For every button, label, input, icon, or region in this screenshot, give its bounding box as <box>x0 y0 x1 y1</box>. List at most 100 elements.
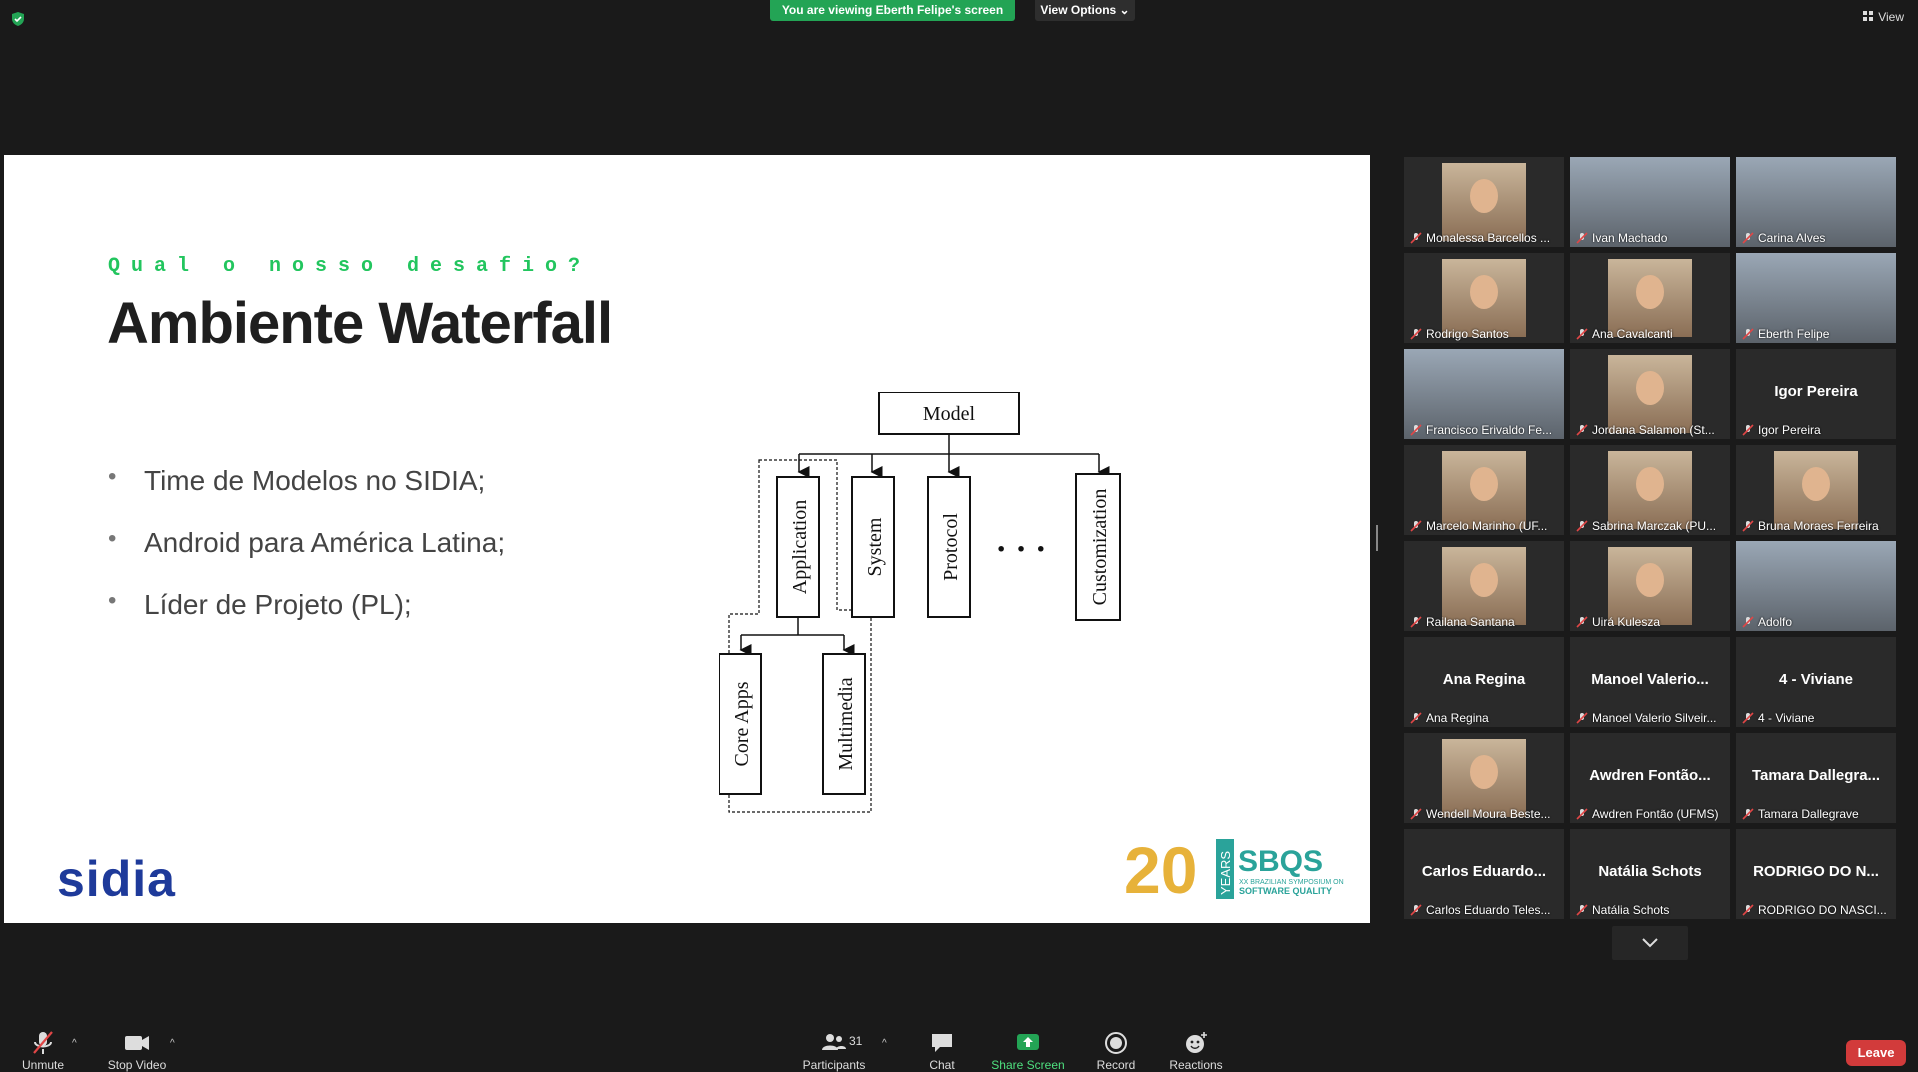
participant-name-label: Uirá Kulesza <box>1570 615 1730 629</box>
participant-tile[interactable]: Sabrina Marczak (PU... <box>1570 445 1730 535</box>
diagram-label-multimedia: Multimedia <box>835 677 857 770</box>
participant-tile[interactable]: Ivan Machado <box>1570 157 1730 247</box>
muted-microphone-icon <box>1576 328 1588 340</box>
participant-tile[interactable]: Adolfo <box>1736 541 1896 631</box>
muted-microphone-icon <box>1576 424 1588 436</box>
record-button[interactable]: Record <box>1094 1030 1138 1072</box>
participants-icon <box>822 1034 846 1050</box>
participant-tile[interactable]: Tamara Dallegra... Tamara Dallegrave <box>1736 733 1896 823</box>
participant-tile[interactable]: Awdren Fontão... Awdren Fontão (UFMS) <box>1570 733 1730 823</box>
participant-name-label: Jordana Salamon (St... <box>1570 423 1730 437</box>
participant-tile[interactable]: Igor Pereira Igor Pereira <box>1736 349 1896 439</box>
slide-bullets: Time de Modelos no SIDIA; Android para A… <box>108 463 505 651</box>
muted-microphone-icon <box>1410 712 1422 724</box>
participant-video <box>1442 739 1526 817</box>
participant-tile[interactable]: Jordana Salamon (St... <box>1570 349 1730 439</box>
video-options-caret[interactable]: ^ <box>170 1038 175 1049</box>
meeting-toolbar: Unmute ^ Stop Video ^ Participants 31 ^ … <box>0 1026 1918 1072</box>
muted-microphone-icon <box>1410 328 1422 340</box>
participant-name-label: Ana Regina <box>1404 711 1564 725</box>
participant-display-name: Ana Regina <box>1442 671 1526 688</box>
diagram-label-customization: Customization <box>1089 489 1111 606</box>
diagram-root-label: Model <box>923 403 976 425</box>
participant-tile[interactable]: Rodrigo Santos <box>1404 253 1564 343</box>
muted-microphone-icon <box>1410 232 1422 244</box>
grid-icon <box>1863 11 1875 22</box>
leave-button[interactable]: Leave <box>1846 1040 1906 1066</box>
viewing-screen-badge: You are viewing Eberth Felipe's screen <box>770 0 1015 21</box>
participant-tile[interactable]: Monalessa Barcellos ... <box>1404 157 1564 247</box>
participant-name-label: Manoel Valerio Silveir... <box>1570 711 1730 725</box>
participant-tile[interactable]: 4 - Viviane 4 - Viviane <box>1736 637 1896 727</box>
participant-tile[interactable]: Manoel Valerio... Manoel Valerio Silveir.… <box>1570 637 1730 727</box>
participant-name-label: Natália Schots <box>1570 903 1730 917</box>
participant-tile[interactable]: Carlos Eduardo... Carlos Eduardo Teles... <box>1404 829 1564 919</box>
participant-video <box>1774 451 1858 529</box>
gallery-next-page-button[interactable] <box>1612 926 1688 960</box>
participant-tile[interactable]: Uirá Kulesza <box>1570 541 1730 631</box>
diagram-label-system: System <box>864 517 886 576</box>
participant-name-label: Igor Pereira <box>1736 423 1896 437</box>
reactions-button[interactable]: Reactions <box>1166 1030 1226 1072</box>
panel-splitter[interactable] <box>1376 525 1378 551</box>
participant-name-label: Sabrina Marczak (PU... <box>1570 519 1730 533</box>
shared-screen-slide: Qual o nosso desafio? Ambiente Waterfall… <box>4 155 1370 923</box>
record-icon <box>1105 1032 1127 1054</box>
participant-display-name: Manoel Valerio... <box>1591 671 1709 688</box>
participant-tile[interactable]: Marcelo Marinho (UF... <box>1404 445 1564 535</box>
sidia-logo: sidia <box>57 851 176 907</box>
participant-name-label: Marcelo Marinho (UF... <box>1404 519 1564 533</box>
participant-display-name: 4 - Viviane <box>1779 671 1853 688</box>
bullet-item: Android para América Latina; <box>108 525 505 559</box>
participant-name-label: RODRIGO DO NASCI... <box>1736 903 1896 917</box>
muted-microphone-icon <box>33 1031 53 1054</box>
slide-title: Ambiente Waterfall <box>107 291 613 356</box>
sbqs-brand: SBQS <box>1238 845 1323 878</box>
participant-name-label: Francisco Erivaldo Fe... <box>1404 423 1564 437</box>
participant-tile[interactable]: Ana Regina Ana Regina <box>1404 637 1564 727</box>
participant-name-label: Wendell Moura Beste... <box>1404 807 1564 821</box>
participant-tile[interactable]: Eberth Felipe <box>1736 253 1896 343</box>
participant-tile[interactable]: Railana Santana <box>1404 541 1564 631</box>
diagram-ellipsis: · · · <box>995 531 1046 568</box>
share-screen-button[interactable]: Share Screen <box>990 1030 1066 1072</box>
view-options-button[interactable]: View Options ⌄ <box>1035 0 1135 21</box>
participant-name-label: Ivan Machado <box>1570 231 1730 245</box>
view-button[interactable]: View <box>1863 10 1904 24</box>
muted-microphone-icon <box>1410 808 1422 820</box>
participant-tile[interactable]: Carina Alves <box>1736 157 1896 247</box>
participant-video <box>1442 259 1526 337</box>
share-screen-icon <box>1017 1034 1039 1050</box>
participant-name-label: Carlos Eduardo Teles... <box>1404 903 1564 917</box>
participant-name-label: Adolfo <box>1736 615 1896 629</box>
participant-name-label: Monalessa Barcellos ... <box>1404 231 1564 245</box>
muted-microphone-icon <box>1410 904 1422 916</box>
muted-microphone-icon <box>1742 904 1754 916</box>
participants-count: 31 <box>849 1034 863 1048</box>
muted-microphone-icon <box>1410 616 1422 628</box>
stop-video-button[interactable]: Stop Video <box>106 1030 168 1072</box>
participant-tile[interactable]: Ana Cavalcanti <box>1570 253 1730 343</box>
participants-caret[interactable]: ^ <box>882 1038 887 1049</box>
chat-button[interactable]: Chat <box>922 1030 962 1072</box>
participant-tile[interactable]: Wendell Moura Beste... <box>1404 733 1564 823</box>
participant-tile[interactable]: Bruna Moraes Ferreira <box>1736 445 1896 535</box>
participant-tile[interactable]: Natália Schots Natália Schots <box>1570 829 1730 919</box>
participant-tile[interactable]: RODRIGO DO N... RODRIGO DO NASCI... <box>1736 829 1896 919</box>
smiley-icon <box>1186 1032 1207 1053</box>
top-bar: You are viewing Eberth Felipe's screen V… <box>0 0 1918 26</box>
muted-microphone-icon <box>1576 712 1588 724</box>
waterfall-diagram: Model Application System Protocol · · · … <box>719 392 1121 813</box>
participant-tile[interactable]: Francisco Erivaldo Fe... <box>1404 349 1564 439</box>
participant-display-name: Carlos Eduardo... <box>1421 863 1547 880</box>
participant-name-label: Eberth Felipe <box>1736 327 1896 341</box>
shield-icon[interactable] <box>10 11 26 27</box>
muted-microphone-icon <box>1410 424 1422 436</box>
audio-options-caret[interactable]: ^ <box>72 1038 77 1049</box>
unmute-button[interactable]: Unmute <box>18 1030 68 1072</box>
sbqs-number: 20 <box>1124 833 1197 903</box>
muted-microphone-icon <box>1742 232 1754 244</box>
sbqs-line2: SOFTWARE QUALITY <box>1239 886 1332 896</box>
chat-bubble-icon <box>932 1034 952 1052</box>
participant-display-name: Awdren Fontão... <box>1589 767 1711 784</box>
